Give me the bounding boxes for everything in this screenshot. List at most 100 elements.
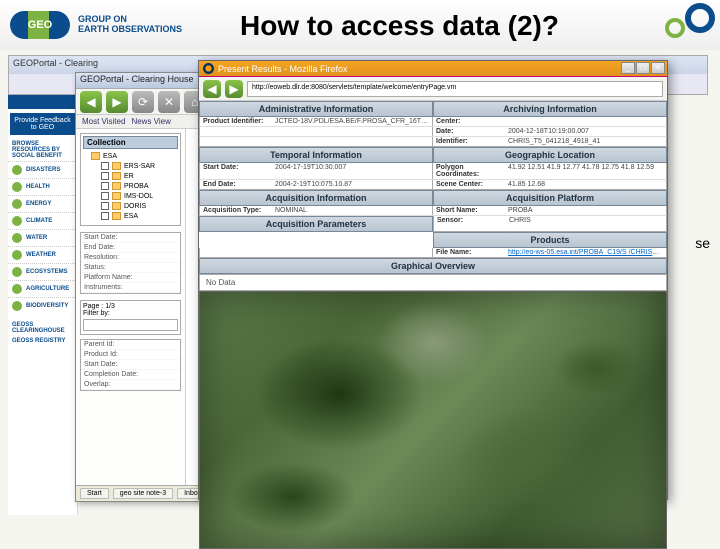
info-key: Acquisition Type: (203, 207, 275, 214)
info-val: CHRIS (509, 217, 663, 230)
detail-row: Parent Id: (81, 340, 180, 350)
folder-icon (112, 202, 121, 210)
detail-label: Status: (84, 264, 139, 271)
background-text-fragment: se (695, 235, 710, 251)
tree-node[interactable]: PROBA (101, 181, 178, 191)
info-key: Scene Center: (436, 181, 508, 188)
detail-row: Start Date: (81, 360, 180, 370)
collection-header: Collection (83, 136, 178, 149)
sidebar-item-energy[interactable]: ENERGY (8, 195, 77, 212)
front-browser-window: Present Results - Mozilla Firefox _ □ × … (198, 60, 668, 500)
collection-tree: ESA ERS-SAR ER PROBA IMS-DOL DORIS ESA (83, 149, 178, 223)
info-val: PROBA (508, 207, 663, 214)
mid-left-panel: Collection ESA ERS-SAR ER PROBA IMS-DOL … (76, 129, 186, 485)
taskbar-tab[interactable]: Start (80, 488, 109, 499)
back-icon: ◀ (207, 82, 216, 96)
sidebar-item-biodiversity[interactable]: BIODIVERSITY (8, 297, 77, 314)
back-icon: ◀ (86, 95, 95, 109)
sidebar-item-water[interactable]: WATER (8, 229, 77, 246)
back-button[interactable]: ◀ (203, 80, 221, 98)
checkbox[interactable] (101, 162, 109, 170)
geo-logo: GEO GROUP ON EARTH OBSERVATIONS (10, 11, 182, 39)
products-header: Products (433, 232, 667, 248)
tree-node[interactable]: ERS-SAR (101, 161, 178, 171)
admin-header: Administrative Information (199, 101, 433, 117)
browse-heading: BROWSE RESOURCES BY SOCIAL BENEFIT (8, 139, 77, 161)
tree-root[interactable]: ESA (91, 151, 178, 161)
tree-node[interactable]: ER (101, 171, 178, 181)
info-val: 41.92 12.51 41.9 12.77 41.78 12.75 41.8 … (508, 164, 663, 178)
acquisition-params-header: Acquisition Parameters (199, 216, 433, 232)
geo-logo-text: GROUP ON EARTH OBSERVATIONS (78, 15, 182, 35)
back-button[interactable]: ◀ (80, 91, 102, 113)
detail-row: End Date: (81, 243, 180, 253)
bookmark-most-visited[interactable]: Most Visited (82, 117, 125, 126)
info-val: NOMINAL (275, 207, 429, 214)
feedback-promo[interactable]: Provide Feedback to GEO (10, 113, 75, 135)
page-value: 1/3 (105, 303, 115, 310)
checkbox[interactable] (101, 202, 109, 210)
tree-label: PROBA (124, 183, 149, 190)
page-title: How to access data (2)? (240, 10, 559, 42)
sidebar-item-agriculture[interactable]: AGRICULTURE (8, 280, 77, 297)
folder-icon (112, 212, 121, 220)
info-val: CHRIS_T5_041218_4918_41 (508, 138, 663, 145)
sidebar-item-label: DISASTERS (26, 167, 60, 173)
page-indicator: Page : 1/3 (83, 303, 178, 310)
folder-icon (112, 162, 121, 170)
sidebar-item-disasters[interactable]: DISASTERS (8, 161, 77, 178)
checkbox[interactable] (101, 192, 109, 200)
checkbox[interactable] (101, 212, 109, 220)
minimize-button[interactable]: _ (621, 62, 635, 74)
stop-button[interactable]: ✕ (158, 91, 180, 113)
bookmark-news-view[interactable]: News View (131, 117, 170, 126)
energy-icon (12, 199, 22, 209)
registry-link[interactable]: GEOSS REGISTRY (8, 336, 77, 346)
geographic-header: Geographic Location (433, 147, 667, 163)
close-button[interactable]: × (651, 62, 665, 74)
forward-button[interactable]: ▶ (106, 91, 128, 113)
front-url-bar[interactable]: http://eoweb.dlr.de:8080/servlets/templa… (247, 81, 663, 97)
detail-label: Start Date: (84, 234, 139, 241)
info-key: Center: (436, 118, 508, 125)
filter-input[interactable] (83, 319, 178, 331)
info-key: Sensor: (437, 217, 509, 230)
sidebar-item-climate[interactable]: CLIMATE (8, 212, 77, 229)
forward-button[interactable]: ▶ (225, 80, 243, 98)
sidebar-item-label: ECOSYSTEMS (26, 269, 68, 275)
maximize-button[interactable]: □ (636, 62, 650, 74)
page-label: Page : (83, 303, 103, 310)
checkbox[interactable] (101, 172, 109, 180)
tree-node[interactable]: DORIS (101, 201, 178, 211)
decor-circle-blue (685, 3, 715, 33)
folder-icon (91, 152, 100, 160)
sidebar-item-label: WATER (26, 235, 47, 241)
tree-node[interactable]: ESA (101, 211, 178, 221)
weather-icon (12, 250, 22, 260)
folder-icon (112, 192, 121, 200)
sidebar-item-weather[interactable]: WEATHER (8, 246, 77, 263)
org-line2: EARTH OBSERVATIONS (78, 25, 182, 35)
tree-label: ERS-SAR (124, 163, 155, 170)
climate-icon (12, 216, 22, 226)
reload-button[interactable]: ⟳ (132, 91, 154, 113)
sidebar-item-label: WEATHER (26, 252, 56, 258)
taskbar-tab[interactable]: geo site note-3 (113, 488, 173, 499)
sidebar-item-health[interactable]: HEALTH (8, 178, 77, 195)
product-file-link[interactable]: http://eo-ws-05.esa.int/PROBA_C19/S /CHR… (508, 249, 663, 256)
nav-bar (8, 95, 77, 109)
detail-row: Completion Date: (81, 370, 180, 380)
checkbox[interactable] (101, 182, 109, 190)
clearing-link[interactable]: GEOSS CLEARINGHOUSE (8, 320, 77, 336)
detail-label: Instruments: (84, 284, 139, 291)
sidebar-item-label: ENERGY (26, 201, 51, 207)
acquisition-platform-header: Acquisition Platform (433, 190, 667, 206)
detail-row: Instruments: (81, 283, 180, 293)
tree-label: ESA (124, 213, 138, 220)
detail-row: Start Date: (81, 233, 180, 243)
tree-node[interactable]: IMS-DOL (101, 191, 178, 201)
info-val: 2004-2-19T10:075.10.87 (275, 181, 429, 188)
sidebar-item-ecosystems[interactable]: ECOSYSTEMS (8, 263, 77, 280)
detail-row: Product Id: (81, 350, 180, 360)
mid-window-title: GEOPortal - Clearing House (80, 74, 194, 84)
